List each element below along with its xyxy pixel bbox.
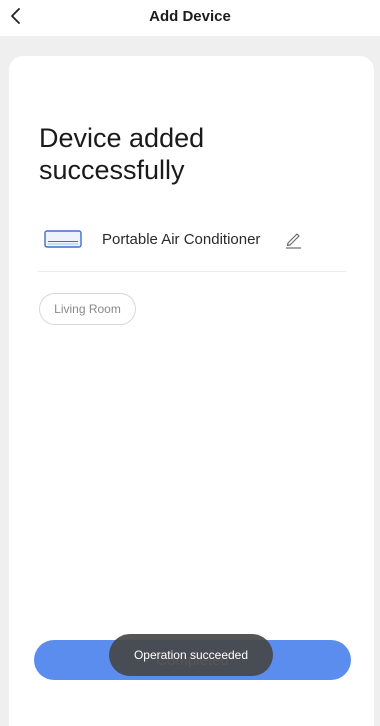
device-name: Portable Air Conditioner [102, 231, 261, 248]
toast-message: Operation succeeded [109, 634, 273, 676]
top-app-bar: Add Device [0, 0, 380, 36]
device-row: Portable Air Conditioner [44, 228, 344, 252]
divider [38, 271, 346, 272]
pencil-icon [286, 233, 301, 249]
air-conditioner-icon [44, 230, 82, 248]
edit-device-name-button[interactable] [284, 228, 304, 250]
room-chip-living-room[interactable]: Living Room [39, 293, 136, 325]
page-title: Add Device [149, 8, 231, 25]
success-heading: Device added successfully [39, 123, 205, 185]
